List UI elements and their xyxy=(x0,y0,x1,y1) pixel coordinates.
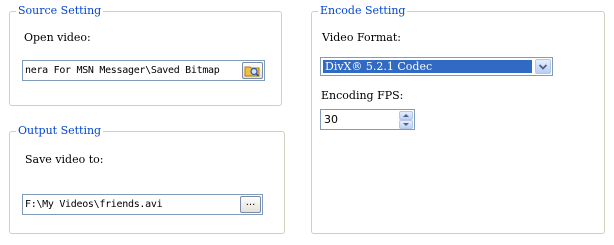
source-setting-group: Source Setting Open video: nera For MSN … xyxy=(9,4,282,106)
save-video-value: F:\My Videos\friends.avi xyxy=(25,199,163,210)
source-setting-title: Source Setting xyxy=(16,4,104,18)
save-video-field[interactable]: F:\My Videos\friends.avi ... xyxy=(22,194,263,215)
encode-setting-group: Encode Setting Video Format: DivX® 5.2.1… xyxy=(311,4,605,234)
save-video-browse-button[interactable]: ... xyxy=(240,196,261,213)
encoding-fps-stepper[interactable]: 30 xyxy=(320,109,415,130)
output-setting-title: Output Setting xyxy=(16,124,104,138)
arrow-up-icon xyxy=(403,114,409,117)
video-format-select[interactable]: DivX® 5.2.1 Codec xyxy=(320,57,553,76)
video-format-label: Video Format: xyxy=(322,31,401,44)
chevron-down-icon xyxy=(538,64,548,70)
browse-label: ... xyxy=(245,197,256,208)
open-video-value: nera For MSN Messager\Saved Bitmap xyxy=(25,65,220,76)
folder-search-icon xyxy=(244,66,260,77)
encode-setting-title: Encode Setting xyxy=(318,4,408,18)
output-setting-group: Output Setting Save video to: F:\My Vide… xyxy=(9,124,285,234)
open-video-browse-button[interactable] xyxy=(242,62,263,79)
save-video-label: Save video to: xyxy=(25,153,104,166)
encoding-fps-value: 30 xyxy=(324,113,338,126)
open-video-label: Open video: xyxy=(24,31,91,44)
arrow-down-icon xyxy=(403,123,409,126)
encoding-fps-label: Encoding FPS: xyxy=(321,89,404,102)
open-video-field[interactable]: nera For MSN Messager\Saved Bitmap xyxy=(22,60,265,81)
video-format-value: DivX® 5.2.1 Codec xyxy=(323,60,532,73)
video-format-dropdown-button[interactable] xyxy=(535,59,551,74)
fps-increment-button[interactable] xyxy=(399,111,413,120)
fps-decrement-button[interactable] xyxy=(399,120,413,129)
